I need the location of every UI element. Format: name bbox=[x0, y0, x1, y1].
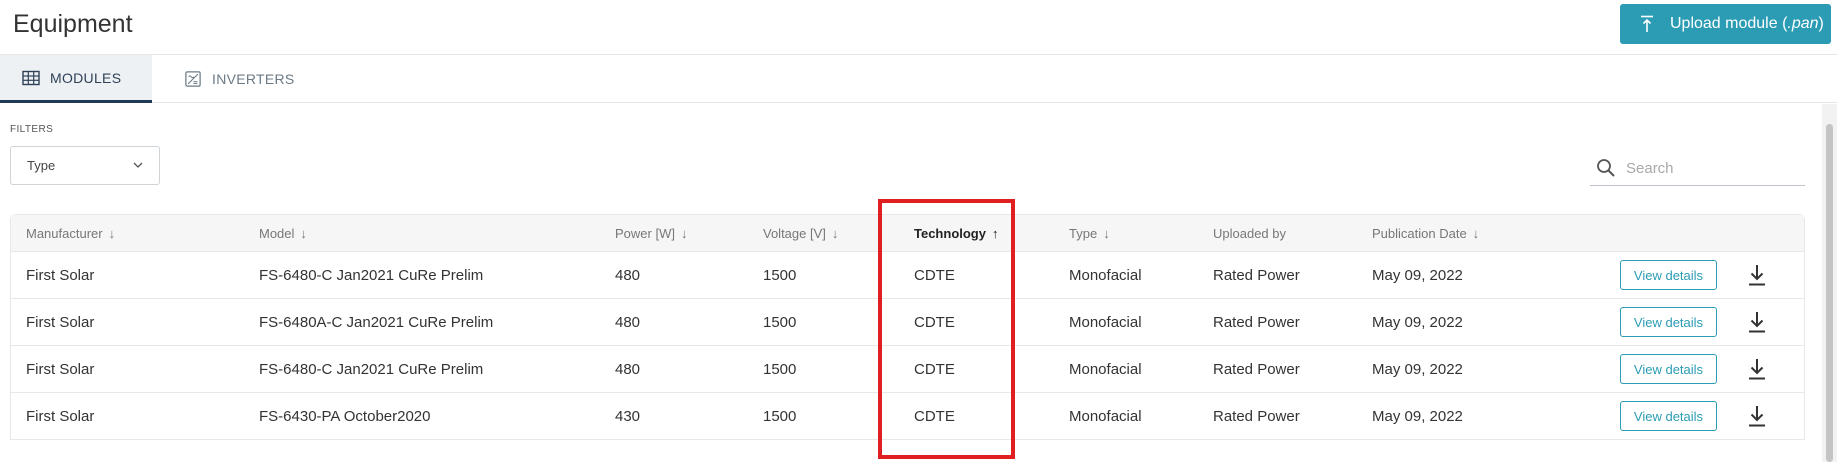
tab-modules[interactable]: MODULES bbox=[0, 55, 152, 103]
cell-power: 480 bbox=[615, 361, 641, 378]
sort-arrow-icon: ↓ bbox=[680, 225, 688, 241]
upload-icon bbox=[1641, 15, 1653, 32]
chevron-down-icon bbox=[133, 162, 143, 168]
cell-power: 430 bbox=[615, 408, 641, 425]
tab-inverters[interactable]: INVERTERS bbox=[184, 55, 295, 103]
cell-model: FS-6480-C Jan2021 CuRe Prelim bbox=[259, 361, 484, 378]
sort-arrow-icon: ↓ bbox=[108, 225, 116, 241]
cell-publication-date: May 09, 2022 bbox=[1372, 408, 1463, 425]
cell-uploaded-by: Rated Power bbox=[1213, 267, 1300, 284]
tab-bar: MODULES INVERTERS bbox=[0, 55, 1837, 103]
main-content: FILTERS Type Manufacturer↓ Model↓ Power … bbox=[0, 104, 1822, 462]
cell-publication-date: May 09, 2022 bbox=[1372, 314, 1463, 331]
download-icon[interactable] bbox=[1748, 311, 1766, 333]
sort-arrow-icon: ↓ bbox=[1103, 225, 1110, 241]
column-header-technology[interactable]: Technology ↑ bbox=[914, 215, 998, 251]
cell-model: FS-6430-PA October2020 bbox=[259, 408, 431, 425]
column-header-model[interactable]: Model ↓ bbox=[259, 215, 307, 251]
cell-manufacturer: First Solar bbox=[26, 361, 95, 378]
page-title: Equipment bbox=[13, 10, 133, 38]
view-details-button[interactable]: View details bbox=[1620, 401, 1717, 431]
upload-button-label: Upload module (.pan) bbox=[1670, 15, 1824, 32]
cell-model: FS-6480A-C Jan2021 CuRe Prelim bbox=[259, 314, 494, 331]
cell-voltage: 1500 bbox=[763, 361, 797, 378]
download-icon[interactable] bbox=[1748, 358, 1766, 380]
search-input[interactable] bbox=[1626, 156, 1801, 180]
cell-technology: CDTE bbox=[914, 408, 955, 425]
cell-voltage: 1500 bbox=[763, 408, 797, 425]
cell-uploaded-by: Rated Power bbox=[1213, 314, 1300, 331]
cell-power: 480 bbox=[615, 267, 641, 284]
upload-module-button[interactable]: Upload module (.pan) bbox=[1620, 4, 1831, 44]
download-icon[interactable] bbox=[1748, 405, 1766, 427]
tab-modules-label: MODULES bbox=[50, 69, 122, 86]
view-details-button[interactable]: View details bbox=[1620, 260, 1717, 290]
search-icon bbox=[1597, 159, 1615, 177]
cell-power: 480 bbox=[615, 314, 641, 331]
inverter-icon bbox=[185, 71, 201, 87]
cell-type: Monofacial bbox=[1069, 314, 1142, 331]
table-row: First Solar FS-6480-C Jan2021 CuRe Preli… bbox=[11, 345, 1804, 392]
column-header-power[interactable]: Power [W] ↓ bbox=[615, 215, 687, 251]
grid-icon bbox=[22, 70, 40, 85]
vertical-scrollbar[interactable] bbox=[1822, 104, 1837, 462]
sort-arrow-icon: ↓ bbox=[1472, 225, 1480, 241]
sort-arrow-icon: ↓ bbox=[831, 225, 839, 241]
cell-technology: CDTE bbox=[914, 314, 955, 331]
sort-arrow-icon: ↑ bbox=[991, 225, 999, 241]
cell-manufacturer: First Solar bbox=[26, 267, 95, 284]
column-header-uploaded-by: Uploaded by bbox=[1213, 225, 1286, 241]
type-filter-select[interactable]: Type bbox=[10, 146, 160, 185]
sort-arrow-icon: ↓ bbox=[300, 225, 307, 241]
cell-voltage: 1500 bbox=[763, 267, 797, 284]
column-header-voltage[interactable]: Voltage [V] ↓ bbox=[763, 215, 838, 251]
table-row: First Solar FS-6480-C Jan2021 CuRe Preli… bbox=[11, 251, 1804, 298]
cell-model: FS-6480-C Jan2021 CuRe Prelim bbox=[259, 267, 484, 284]
cell-type: Monofacial bbox=[1069, 361, 1142, 378]
page-header: Equipment Upload module (.pan) bbox=[0, 0, 1837, 55]
tab-inverters-label: INVERTERS bbox=[212, 71, 295, 87]
table-header: Manufacturer ↓ Model ↓ Power [W] ↓ Voltage … bbox=[11, 215, 1804, 251]
column-header-type[interactable]: Type ↓ bbox=[1069, 215, 1110, 251]
cell-type: Monofacial bbox=[1069, 408, 1142, 425]
cell-uploaded-by: Rated Power bbox=[1213, 361, 1300, 378]
cell-manufacturer: First Solar bbox=[26, 314, 95, 331]
cell-technology: CDTE bbox=[914, 361, 955, 378]
column-header-publication-date[interactable]: Publication Date ↓ bbox=[1372, 215, 1479, 251]
cell-publication-date: May 09, 2022 bbox=[1372, 361, 1463, 378]
column-header-manufacturer[interactable]: Manufacturer ↓ bbox=[26, 215, 115, 251]
view-details-button[interactable]: View details bbox=[1620, 354, 1717, 384]
table-row: First Solar FS-6430-PA October2020 430 1… bbox=[11, 392, 1804, 439]
scrollbar-thumb[interactable] bbox=[1826, 124, 1833, 462]
cell-manufacturer: First Solar bbox=[26, 408, 95, 425]
cell-technology: CDTE bbox=[914, 267, 955, 284]
modules-table: Manufacturer ↓ Model ↓ Power [W] ↓ Voltage … bbox=[10, 214, 1805, 440]
cell-voltage: 1500 bbox=[763, 314, 797, 331]
download-icon[interactable] bbox=[1748, 264, 1766, 286]
table-row: First Solar FS-6480A-C Jan2021 CuRe Prel… bbox=[11, 298, 1804, 345]
cell-uploaded-by: Rated Power bbox=[1213, 408, 1300, 425]
cell-type: Monofacial bbox=[1069, 267, 1142, 284]
search-box bbox=[1590, 152, 1805, 186]
cell-publication-date: May 09, 2022 bbox=[1372, 267, 1463, 284]
filters-label: FILTERS bbox=[10, 124, 54, 135]
view-details-button[interactable]: View details bbox=[1620, 307, 1717, 337]
type-filter-value: Type bbox=[27, 158, 56, 173]
